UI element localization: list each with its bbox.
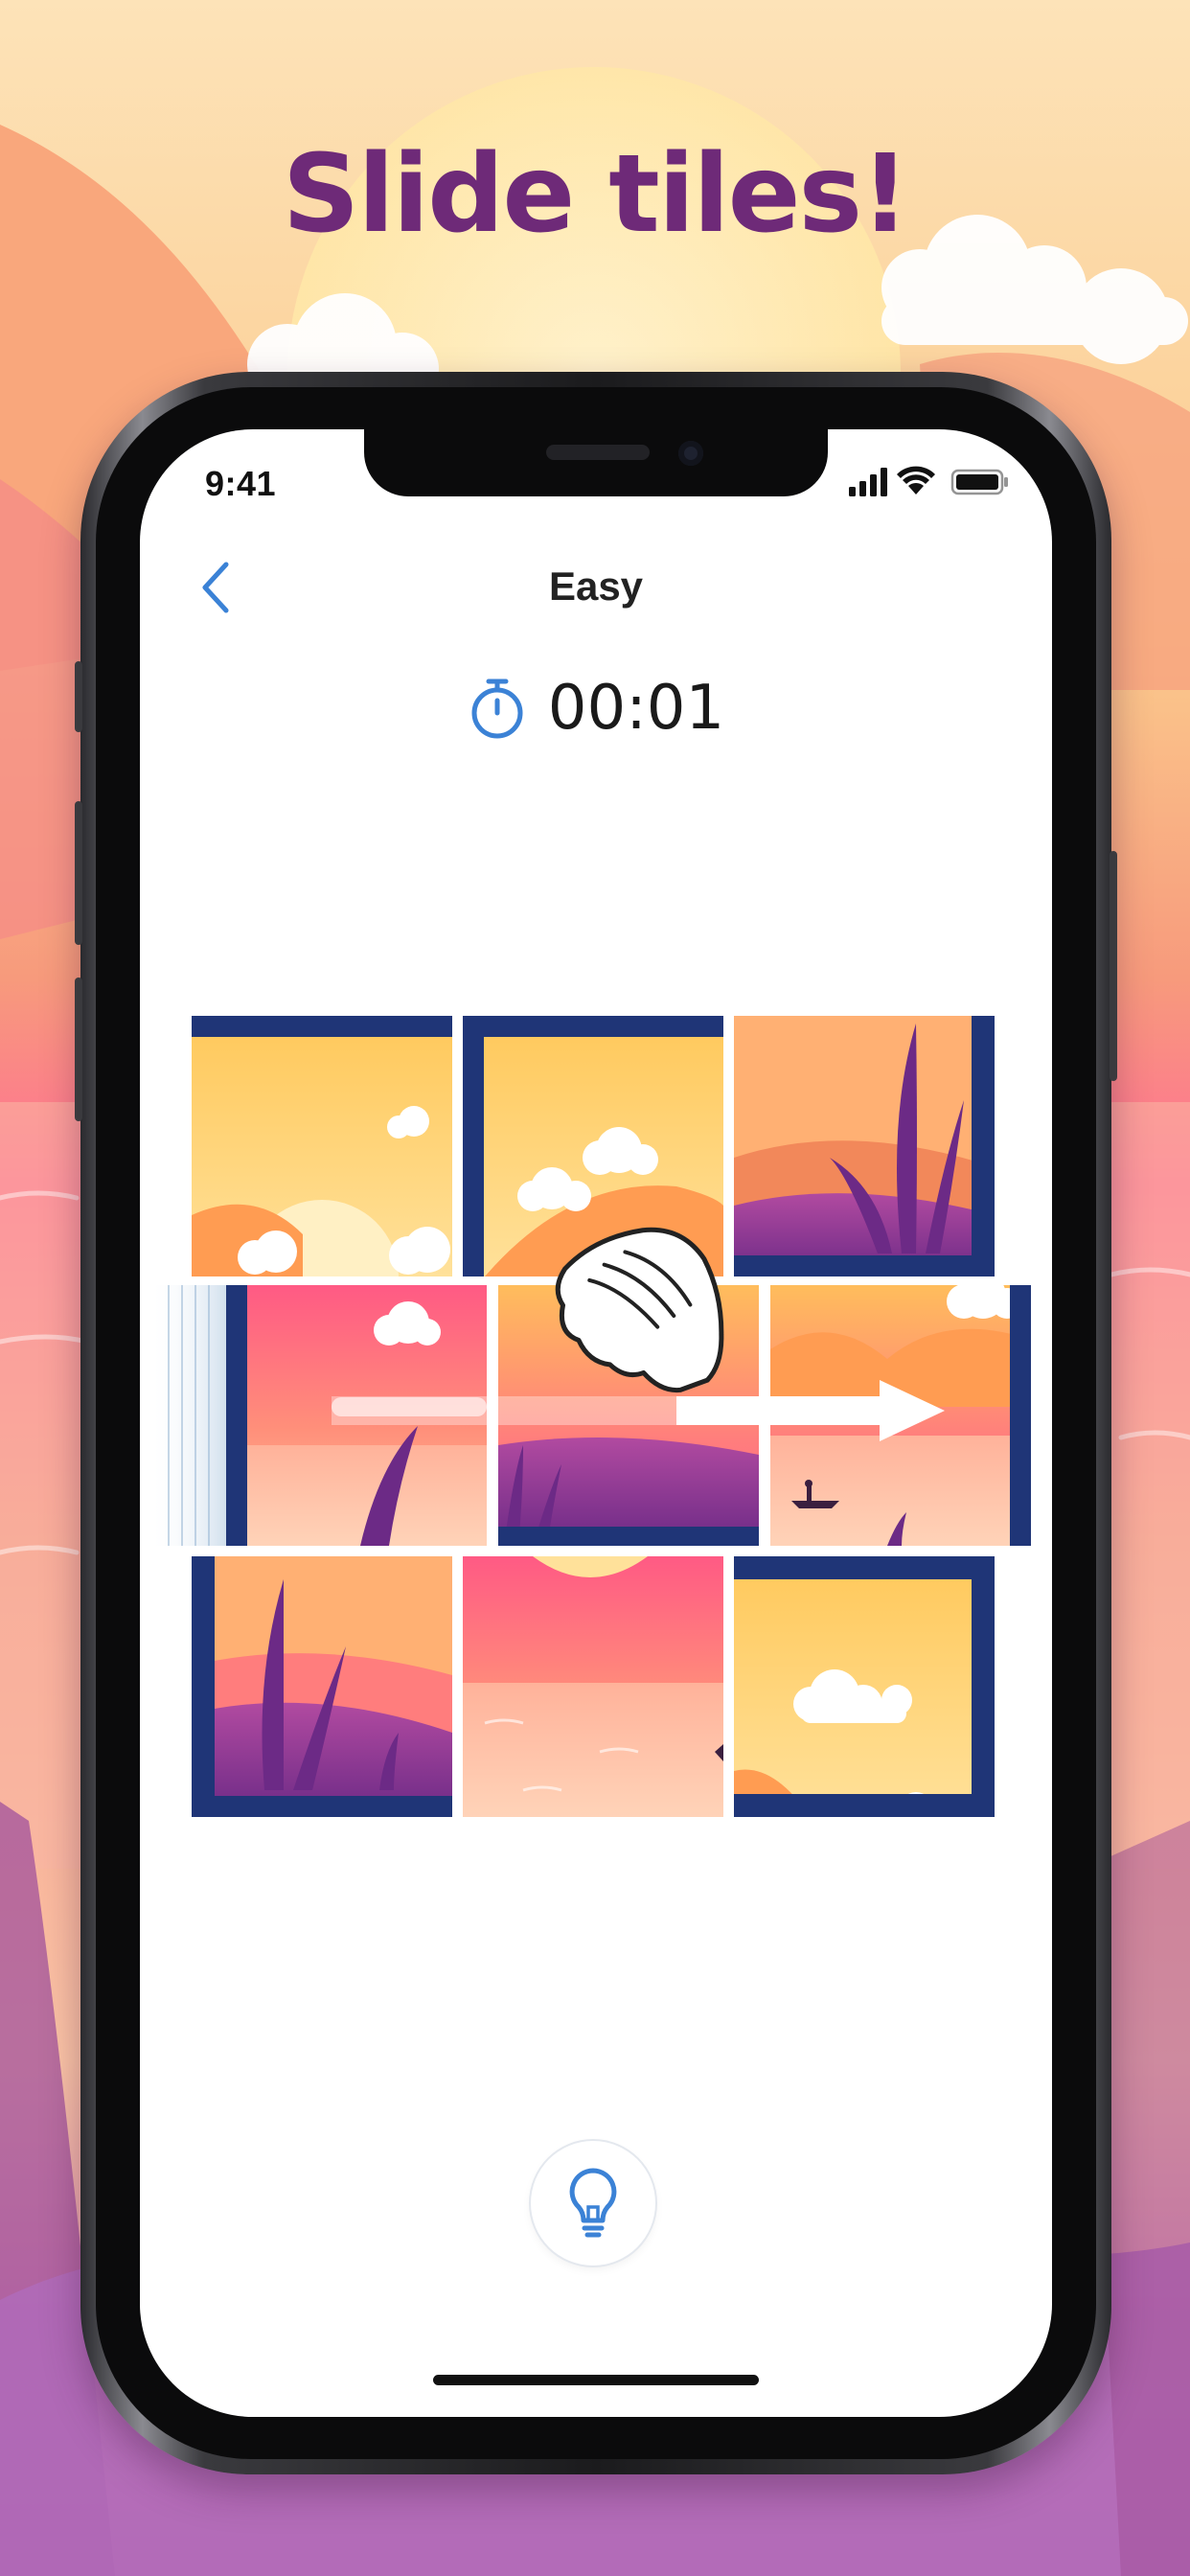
puzzle-tile-2[interactable] xyxy=(463,1016,723,1276)
timer-value: 00:01 xyxy=(547,673,725,744)
lightbulb-icon xyxy=(569,2168,617,2238)
hint-button[interactable] xyxy=(531,2141,655,2266)
puzzle-tile-4[interactable] xyxy=(226,1285,487,1546)
battery-icon xyxy=(950,469,1008,495)
notch xyxy=(364,429,828,496)
puzzle-tile-8[interactable] xyxy=(463,1556,723,1817)
puzzle-tile-3[interactable] xyxy=(734,1016,995,1276)
slide-motion-lines xyxy=(168,1285,210,1546)
volume-up-button xyxy=(75,801,82,945)
wifi-icon xyxy=(897,466,935,494)
status-time: 9:41 xyxy=(205,464,277,503)
app-screen: 9:41 Easy 00:01 xyxy=(140,429,1052,2417)
volume-down-button xyxy=(75,978,82,1121)
puzzle-tile-7[interactable] xyxy=(192,1556,452,1817)
promo-headline: Slide tiles! xyxy=(282,132,910,257)
home-indicator[interactable] xyxy=(433,2375,759,2385)
puzzle-tile-5[interactable] xyxy=(498,1285,759,1546)
power-button xyxy=(1110,851,1117,1081)
mute-switch xyxy=(75,661,82,732)
cellular-signal-icon xyxy=(849,468,887,496)
stopwatch-icon xyxy=(471,678,523,739)
status-icons xyxy=(849,466,1008,496)
page-title: Easy xyxy=(548,564,644,609)
speaker-grille xyxy=(546,445,650,460)
puzzle-tile-6[interactable] xyxy=(770,1273,1031,1546)
puzzle-tile-9[interactable] xyxy=(734,1556,995,1840)
timer: 00:01 xyxy=(140,673,1052,744)
front-camera xyxy=(678,441,703,466)
